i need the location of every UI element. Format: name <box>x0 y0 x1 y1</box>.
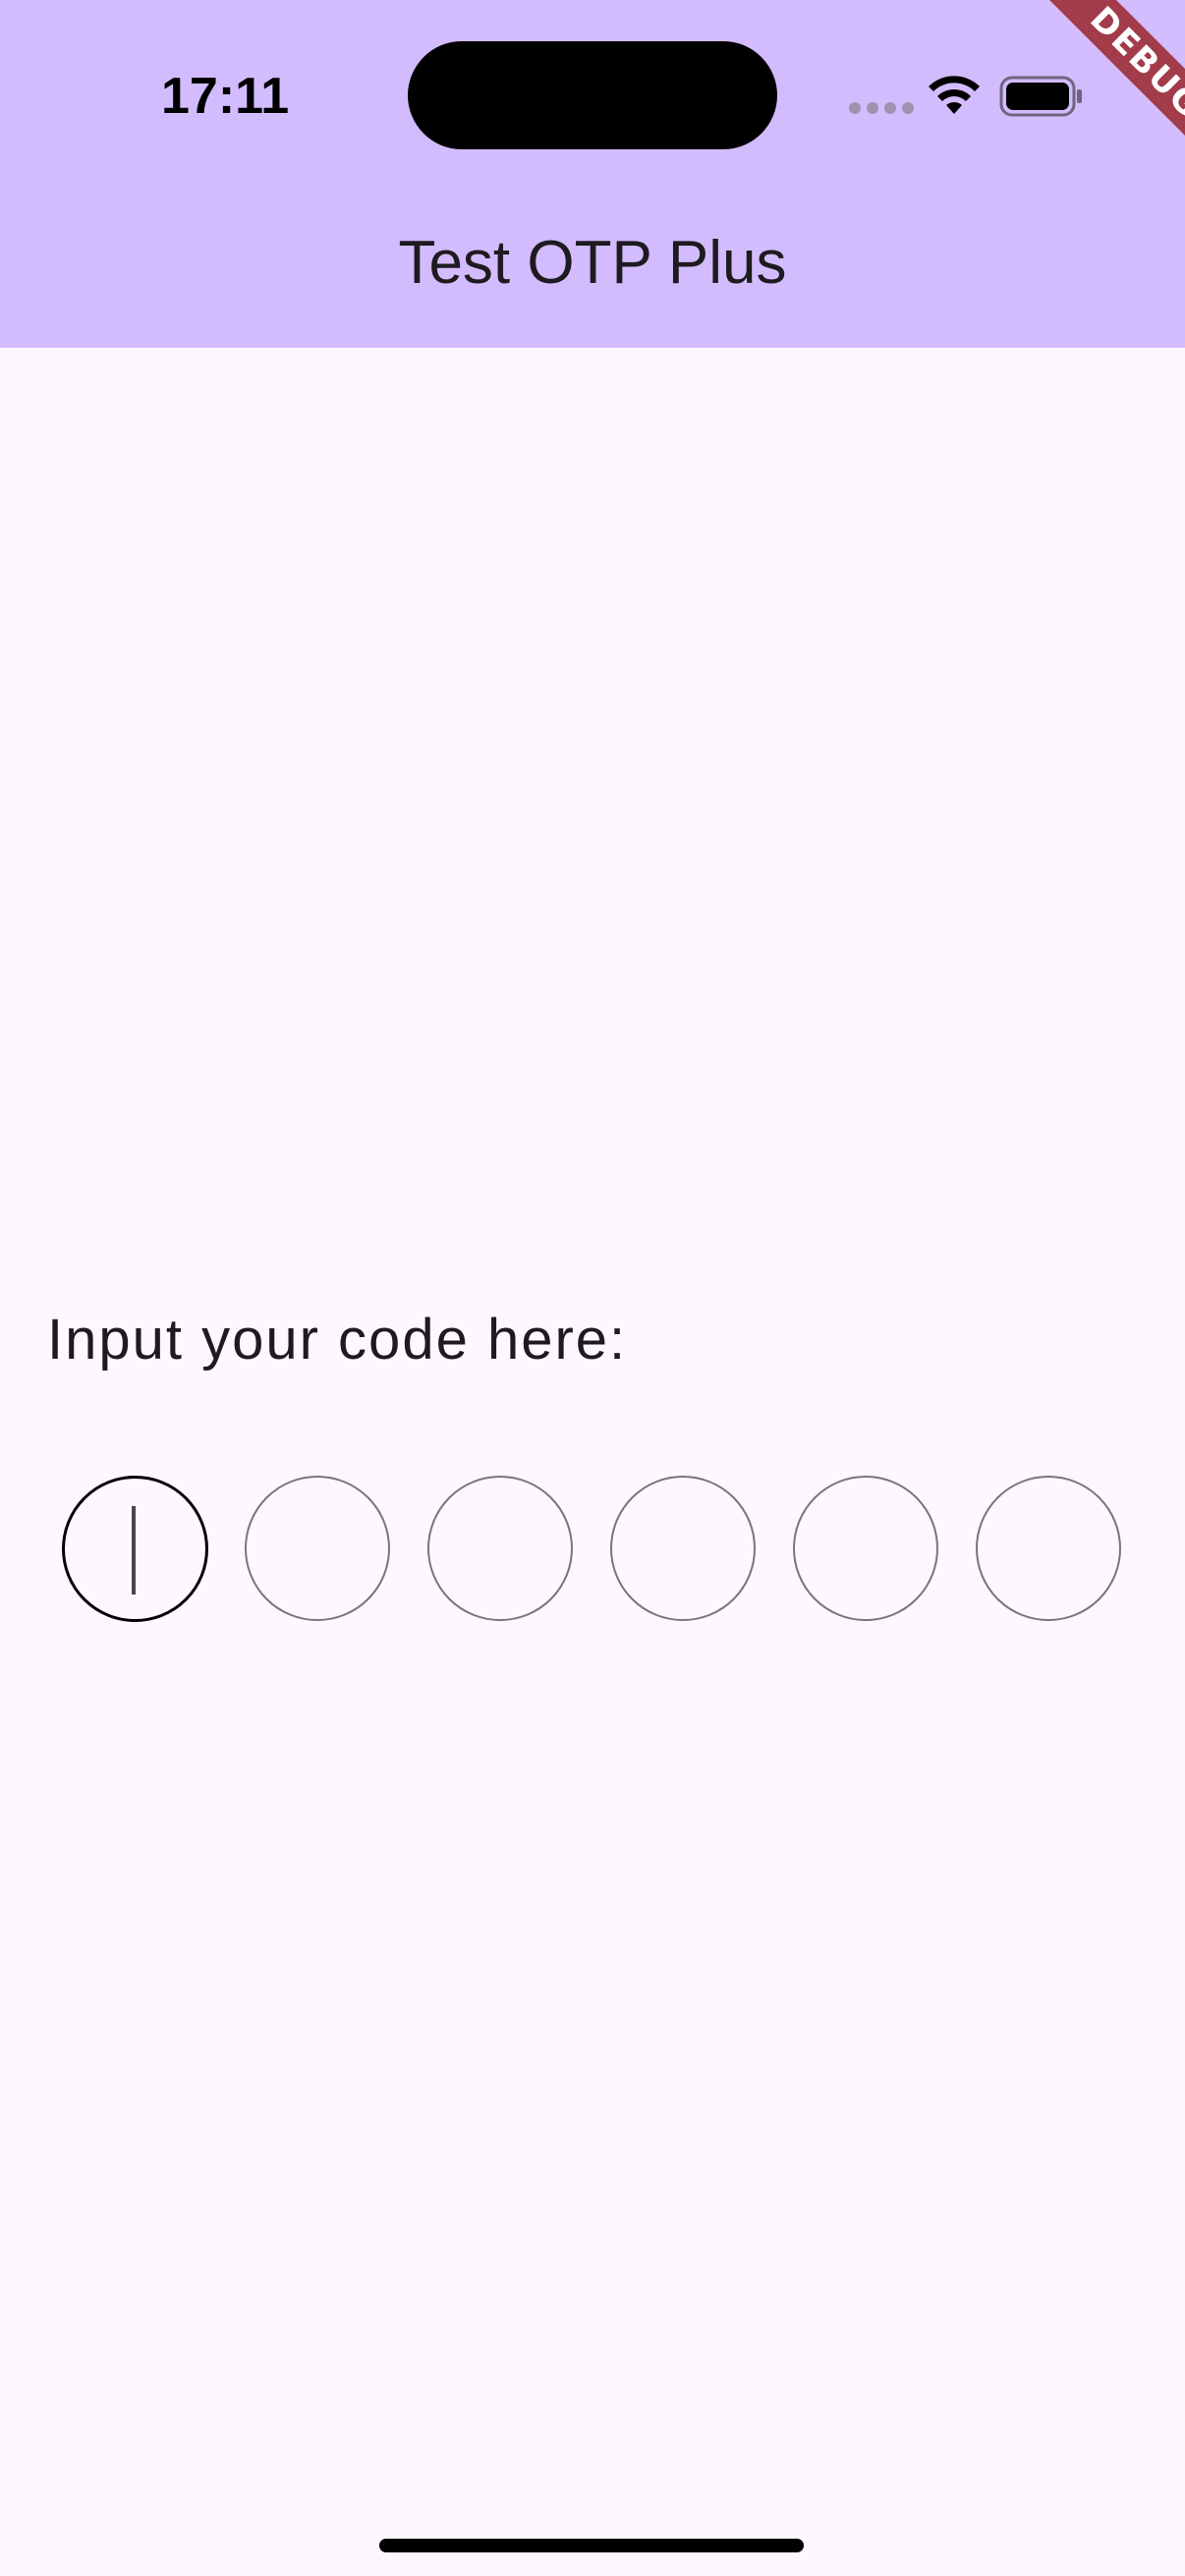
debug-banner: DEBUG <box>979 0 1185 206</box>
cellular-signal-icon <box>849 102 914 114</box>
status-bar-time: 17:11 <box>161 68 290 125</box>
wifi-icon <box>929 76 980 114</box>
home-indicator[interactable] <box>379 2539 804 2552</box>
otp-prompt-label: Input your code here: <box>47 1308 628 1372</box>
otp-digit-6[interactable] <box>976 1476 1121 1621</box>
text-cursor <box>132 1506 136 1595</box>
debug-banner-label: DEBUG <box>1024 0 1185 185</box>
otp-input-row <box>62 1476 1123 1622</box>
otp-digit-4[interactable] <box>610 1476 756 1621</box>
app-bar: 17:11 Test OTP Plus DEBUG <box>0 0 1185 348</box>
otp-digit-5[interactable] <box>793 1476 938 1621</box>
dynamic-island <box>408 41 777 149</box>
otp-digit-1[interactable] <box>62 1476 208 1622</box>
page-title: Test OTP Plus <box>398 229 787 297</box>
otp-digit-3[interactable] <box>427 1476 573 1621</box>
otp-digit-2[interactable] <box>245 1476 390 1621</box>
